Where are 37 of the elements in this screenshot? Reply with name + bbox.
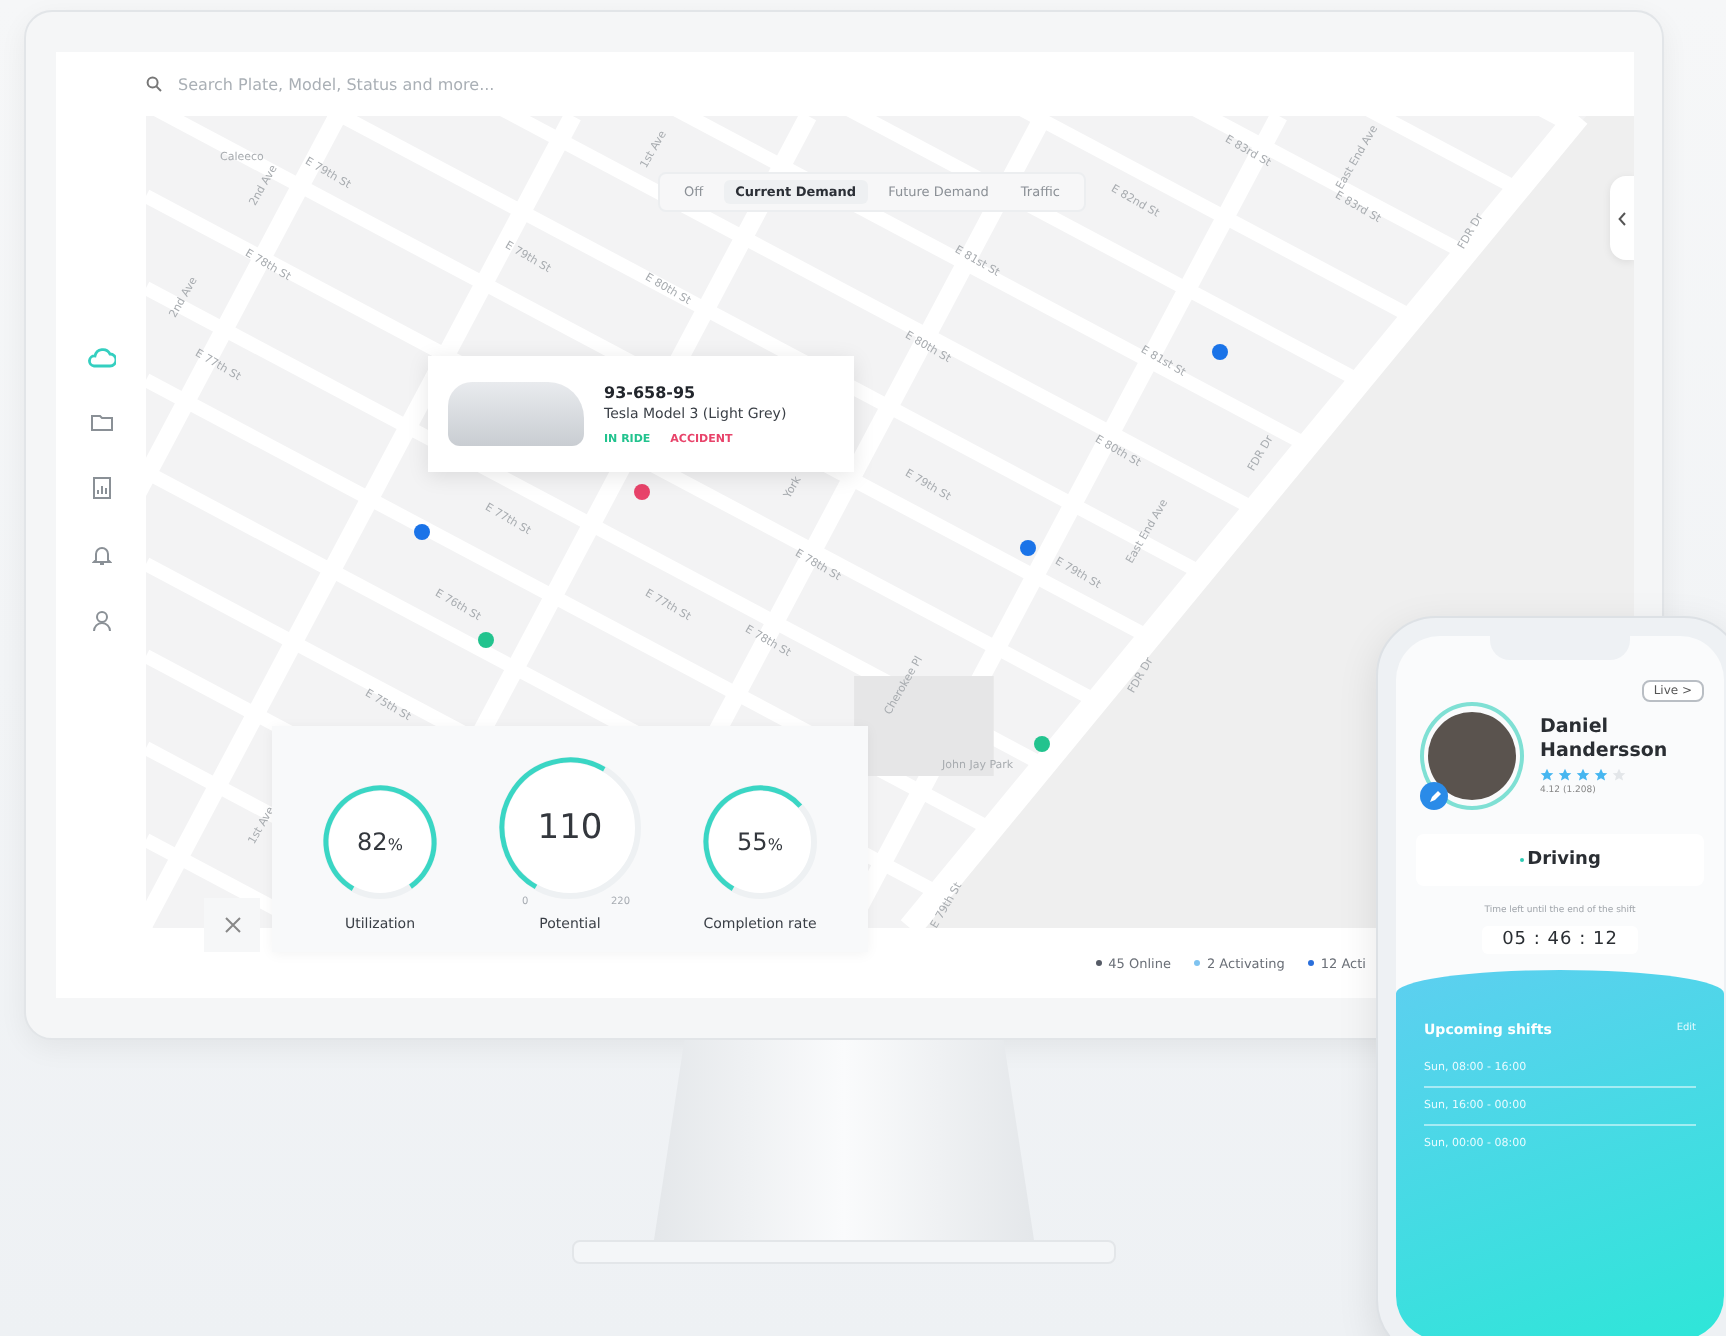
sidebar-item[interactable] [87, 348, 115, 368]
bell-icon [91, 544, 111, 566]
map-pin[interactable] [1212, 344, 1228, 360]
map-pin[interactable] [478, 632, 494, 648]
gauge-value: 110 [535, 808, 605, 848]
map-pin[interactable] [1020, 540, 1036, 556]
photo-placeholder [448, 382, 584, 446]
gauge-value: 55% [735, 828, 785, 856]
report-icon [91, 476, 111, 500]
cloud-icon [87, 348, 115, 368]
gauge-value: 82% [355, 828, 405, 856]
gauge-ring [318, 780, 442, 904]
folder-icon [89, 412, 113, 432]
pencil-icon [1427, 789, 1441, 803]
shift-timer: 05 : 46 : 12 [1482, 926, 1638, 954]
search-icon [146, 76, 162, 92]
driver-name: Daniel Handersson [1540, 716, 1670, 764]
sidebar-item[interactable] [89, 412, 113, 432]
map-pin[interactable] [634, 484, 650, 500]
gauge-ring [698, 780, 822, 904]
vehicle-plate: 93-658-95 [604, 383, 698, 401]
map-pin[interactable] [414, 524, 430, 540]
sidebar-item[interactable] [91, 610, 111, 632]
star-icon [1558, 767, 1572, 782]
star-icon [1576, 767, 1590, 782]
sidebar-item[interactable] [91, 544, 111, 566]
star-icon [1540, 767, 1554, 782]
edit-button[interactable] [1420, 782, 1448, 810]
chevron-left-icon [1618, 211, 1626, 225]
user-icon [91, 610, 111, 632]
map-pin[interactable] [1034, 736, 1050, 752]
star-icon [1594, 767, 1608, 782]
sidebar-item[interactable] [91, 476, 111, 500]
status-text: Driving [1527, 850, 1601, 870]
collapse-button[interactable] [1610, 176, 1634, 260]
close-icon [223, 916, 241, 934]
close-button[interactable] [204, 898, 260, 952]
